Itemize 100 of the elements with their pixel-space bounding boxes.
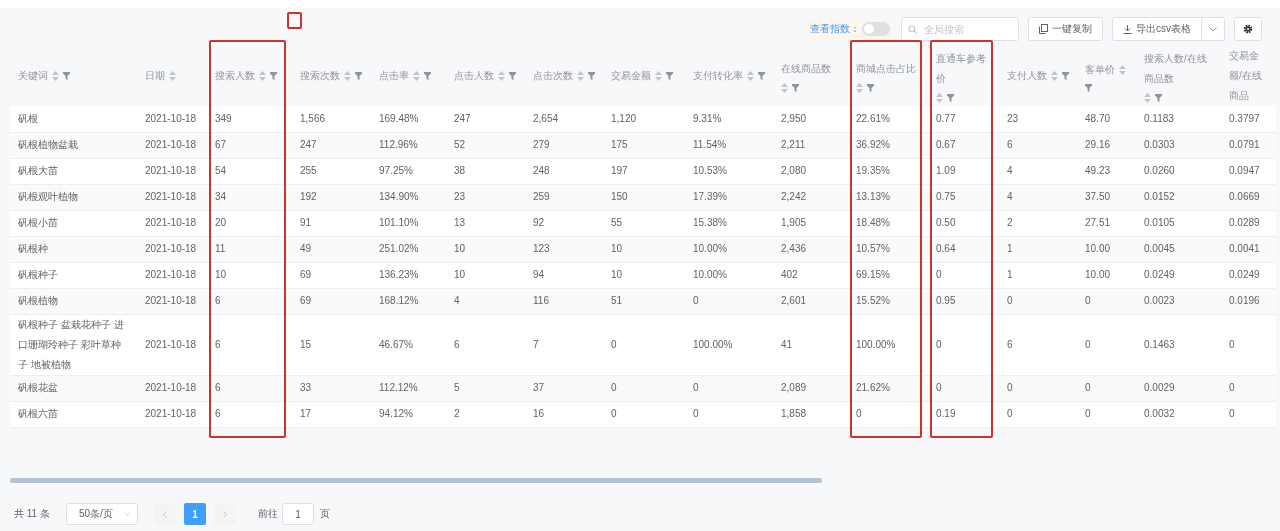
previous-page-button[interactable] — [153, 503, 176, 525]
table-cell: 0 — [693, 295, 699, 306]
filter-icon[interactable] — [792, 84, 799, 92]
filter-icon[interactable] — [1062, 72, 1069, 80]
filter-icon[interactable] — [947, 94, 954, 102]
table-cell: 10.00% — [693, 243, 727, 254]
toggle-label: 查看指数： — [810, 22, 860, 36]
sort-icon[interactable] — [655, 71, 662, 81]
table-cell: 34 — [215, 191, 227, 202]
column-header[interactable]: 交易金额 — [611, 66, 651, 86]
table-cell: 1 — [1007, 243, 1013, 254]
filter-icon[interactable] — [1155, 94, 1162, 102]
column-header[interactable]: 搜索次数 — [300, 66, 340, 86]
column-header[interactable]: 支付人数 — [1007, 66, 1047, 86]
table-cell: 6 — [1007, 139, 1013, 150]
sort-icon[interactable] — [747, 71, 754, 81]
filter-icon[interactable] — [270, 72, 277, 80]
table-cell: 矾根植物 — [18, 295, 58, 306]
column-header[interactable]: 关键词 — [18, 66, 48, 86]
table-cell: 0 — [1085, 295, 1091, 306]
table-cell: 255 — [300, 165, 317, 176]
table-cell: 10.00 — [1085, 243, 1111, 254]
page-input[interactable]: 1 — [281, 503, 314, 525]
table-cell: 17.39% — [693, 191, 727, 202]
copy-button[interactable]: 一键复制 — [1028, 17, 1103, 41]
filter-icon[interactable] — [666, 72, 673, 80]
settings-icon — [1243, 24, 1253, 34]
table-cell: 100.00% — [693, 338, 733, 350]
table-cell: 6 — [215, 295, 221, 306]
table-cell: 10.00 — [1085, 269, 1111, 280]
column-header[interactable]: 日期 — [145, 66, 165, 86]
table-cell: 2021-10-18 — [145, 243, 197, 254]
column-header[interactable]: 交易金额/在线商品 — [1229, 46, 1268, 106]
table-cell: 69.15% — [856, 269, 890, 280]
column-header[interactable]: 在线商品数 — [781, 59, 831, 79]
table-cell: 349 — [215, 112, 232, 124]
dropdown-button[interactable] — [1201, 18, 1224, 40]
table-cell: 10 — [611, 243, 623, 254]
sort-icon[interactable] — [856, 83, 863, 93]
table-cell: 0.0029 — [1144, 382, 1175, 393]
sort-icon[interactable] — [413, 71, 420, 81]
horizontal-scrollbar[interactable] — [10, 478, 822, 483]
table-cell: 0 — [936, 338, 942, 350]
table-cell: 11 — [215, 243, 226, 254]
page-unit: 页 — [319, 507, 330, 521]
table-cell: 2,242 — [781, 191, 807, 202]
column-header[interactable]: 点击人数 — [454, 66, 494, 86]
table-cell: 0.0249 — [1229, 269, 1260, 280]
sort-icon[interactable] — [577, 71, 584, 81]
filter-icon[interactable] — [63, 72, 70, 80]
sort-icon[interactable] — [259, 71, 266, 81]
filter-icon[interactable] — [588, 72, 595, 80]
sort-icon[interactable] — [936, 93, 943, 103]
table-cell: 0.64 — [936, 243, 956, 254]
table-cell: 1.09 — [936, 165, 956, 176]
sort-icon[interactable] — [169, 71, 176, 81]
table-cell: 101.10% — [379, 217, 419, 228]
column-header[interactable]: 直通车参考价 — [936, 49, 991, 89]
filter-icon[interactable] — [509, 72, 516, 80]
table-cell: 169.48% — [379, 112, 419, 124]
toggle-switch[interactable] — [862, 22, 890, 36]
sort-icon[interactable] — [52, 71, 59, 81]
column-header[interactable]: 点击次数 — [533, 66, 573, 86]
table-cell: 0 — [936, 382, 942, 393]
table-cell: 矾根 — [18, 112, 38, 124]
settings-button[interactable] — [1234, 17, 1262, 41]
page-number-button[interactable]: 1 — [183, 503, 206, 525]
filter-icon[interactable] — [355, 72, 362, 80]
table-cell: 0.0023 — [1144, 295, 1175, 306]
next-page-button[interactable] — [213, 503, 236, 525]
table-cell: 15 — [300, 338, 312, 350]
sort-icon[interactable] — [1051, 71, 1058, 81]
column-header[interactable]: 商城点击占比 — [856, 59, 916, 79]
table-cell: 10.00% — [693, 269, 727, 280]
table-cell: 6 — [215, 338, 221, 350]
sort-icon[interactable] — [498, 71, 505, 81]
table-cell: 48.70 — [1085, 112, 1111, 124]
table-cell: 矾根观叶植物 — [18, 191, 78, 202]
filter-icon[interactable] — [424, 72, 431, 80]
table-cell: 0.19 — [936, 408, 956, 419]
page-size-select[interactable]: 50条/页 — [65, 503, 138, 525]
table-cell: 259 — [533, 191, 550, 202]
table-cell: 0 — [611, 382, 617, 393]
sort-icon[interactable] — [344, 71, 351, 81]
filter-icon[interactable] — [758, 72, 765, 80]
column-header[interactable]: 支付转化率 — [693, 66, 743, 86]
table-cell: 4 — [1007, 191, 1013, 202]
filter-icon[interactable] — [1085, 84, 1092, 92]
filter-icon[interactable] — [867, 84, 874, 92]
table-cell: 0.50 — [936, 217, 956, 228]
sort-icon[interactable] — [781, 83, 788, 93]
sort-icon[interactable] — [1144, 93, 1151, 103]
column-header[interactable]: 点击率 — [379, 66, 409, 86]
table-cell: 41 — [781, 338, 793, 350]
table-cell: 2,654 — [533, 112, 559, 124]
column-header[interactable]: 搜索人数 — [215, 66, 255, 86]
column-header[interactable]: 搜索人数/在线商品数 — [1144, 49, 1213, 89]
table-cell: 矾根大苗 — [18, 165, 58, 176]
sort-icon[interactable] — [1119, 65, 1126, 75]
column-header[interactable]: 客单价 — [1085, 60, 1115, 80]
